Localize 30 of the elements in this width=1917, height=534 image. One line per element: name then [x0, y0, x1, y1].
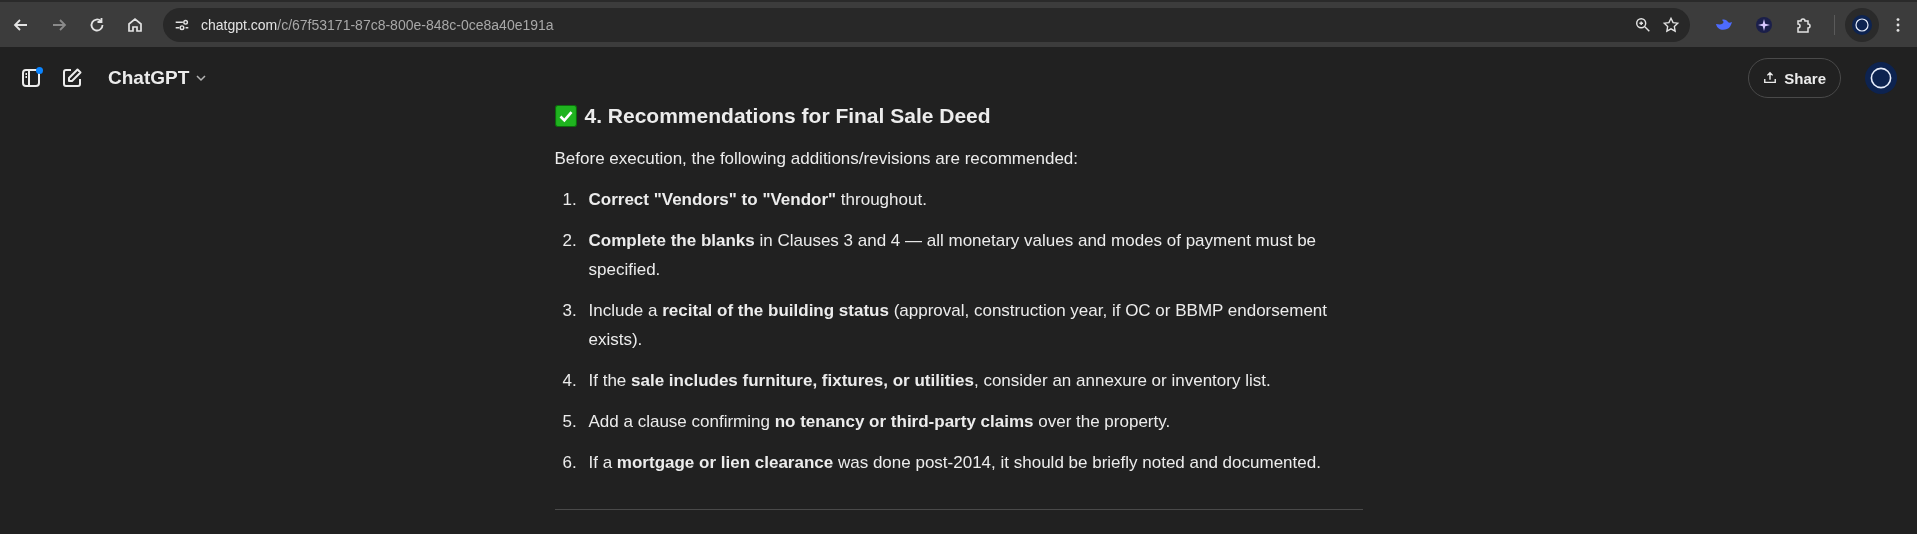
list-item-text: Correct "Vendors" to "Vendor" throughout.: [588, 189, 928, 211]
profile-button[interactable]: [1845, 7, 1879, 42]
star-icon[interactable]: [1662, 15, 1680, 34]
url-text[interactable]: chatgpt.com/c/67f53171-87c8-800e-848c-0ce8a40e191a: [201, 16, 554, 33]
new-chat-icon[interactable]: [60, 66, 84, 90]
avatar-icon[interactable]: [1865, 62, 1897, 94]
list-number: 1.: [561, 189, 578, 211]
address-bar[interactable]: chatgpt.com/c/67f53171-87c8-800e-848c-0ce8a40e191a: [163, 7, 1690, 42]
list-number: 4.: [561, 370, 578, 392]
sidebar-toggle-icon[interactable]: [20, 66, 44, 90]
share-button[interactable]: Share: [1748, 58, 1841, 98]
checkbox-icon: [554, 105, 577, 127]
zoom-icon[interactable]: [1634, 15, 1652, 34]
list-number: 6.: [561, 452, 578, 474]
sparkle-icon[interactable]: [1754, 14, 1774, 35]
share-icon: [1763, 71, 1778, 85]
list-item-text: If a mortgage or lien clearance was done post-2014, it should be briefly noted and documented.: [588, 452, 1322, 474]
list-number: 2.: [561, 230, 578, 252]
list-item-text: Complete the blanks in Clauses 3 and 4 — all monetary values and modes of payment must be specified.: [588, 230, 1318, 281]
list-item-text: If the sale includes furniture, fixtures, or utilities, consider an annexure or inventory list.: [588, 370, 1272, 392]
menu-icon[interactable]: [1895, 15, 1901, 34]
list-number: 3.: [561, 300, 578, 322]
caret-icon: [195, 72, 208, 84]
model-selector[interactable]: ChatGPT: [102, 63, 214, 93]
intro-text: Before execution, the following additions/revisions are recommended:: [554, 148, 1079, 170]
list-item-text: Add a clause confirming no tenancy or third-party claims over the property.: [588, 411, 1172, 433]
list-number: 5.: [561, 411, 578, 433]
list-item-text: Include a recital of the building status (approval, construction year, if OC or BBMP endorsement exists).: [588, 300, 1329, 351]
section-heading: 4. Recommendations for Final Sale Deed: [584, 103, 991, 129]
avatar-icon: [1852, 14, 1872, 35]
